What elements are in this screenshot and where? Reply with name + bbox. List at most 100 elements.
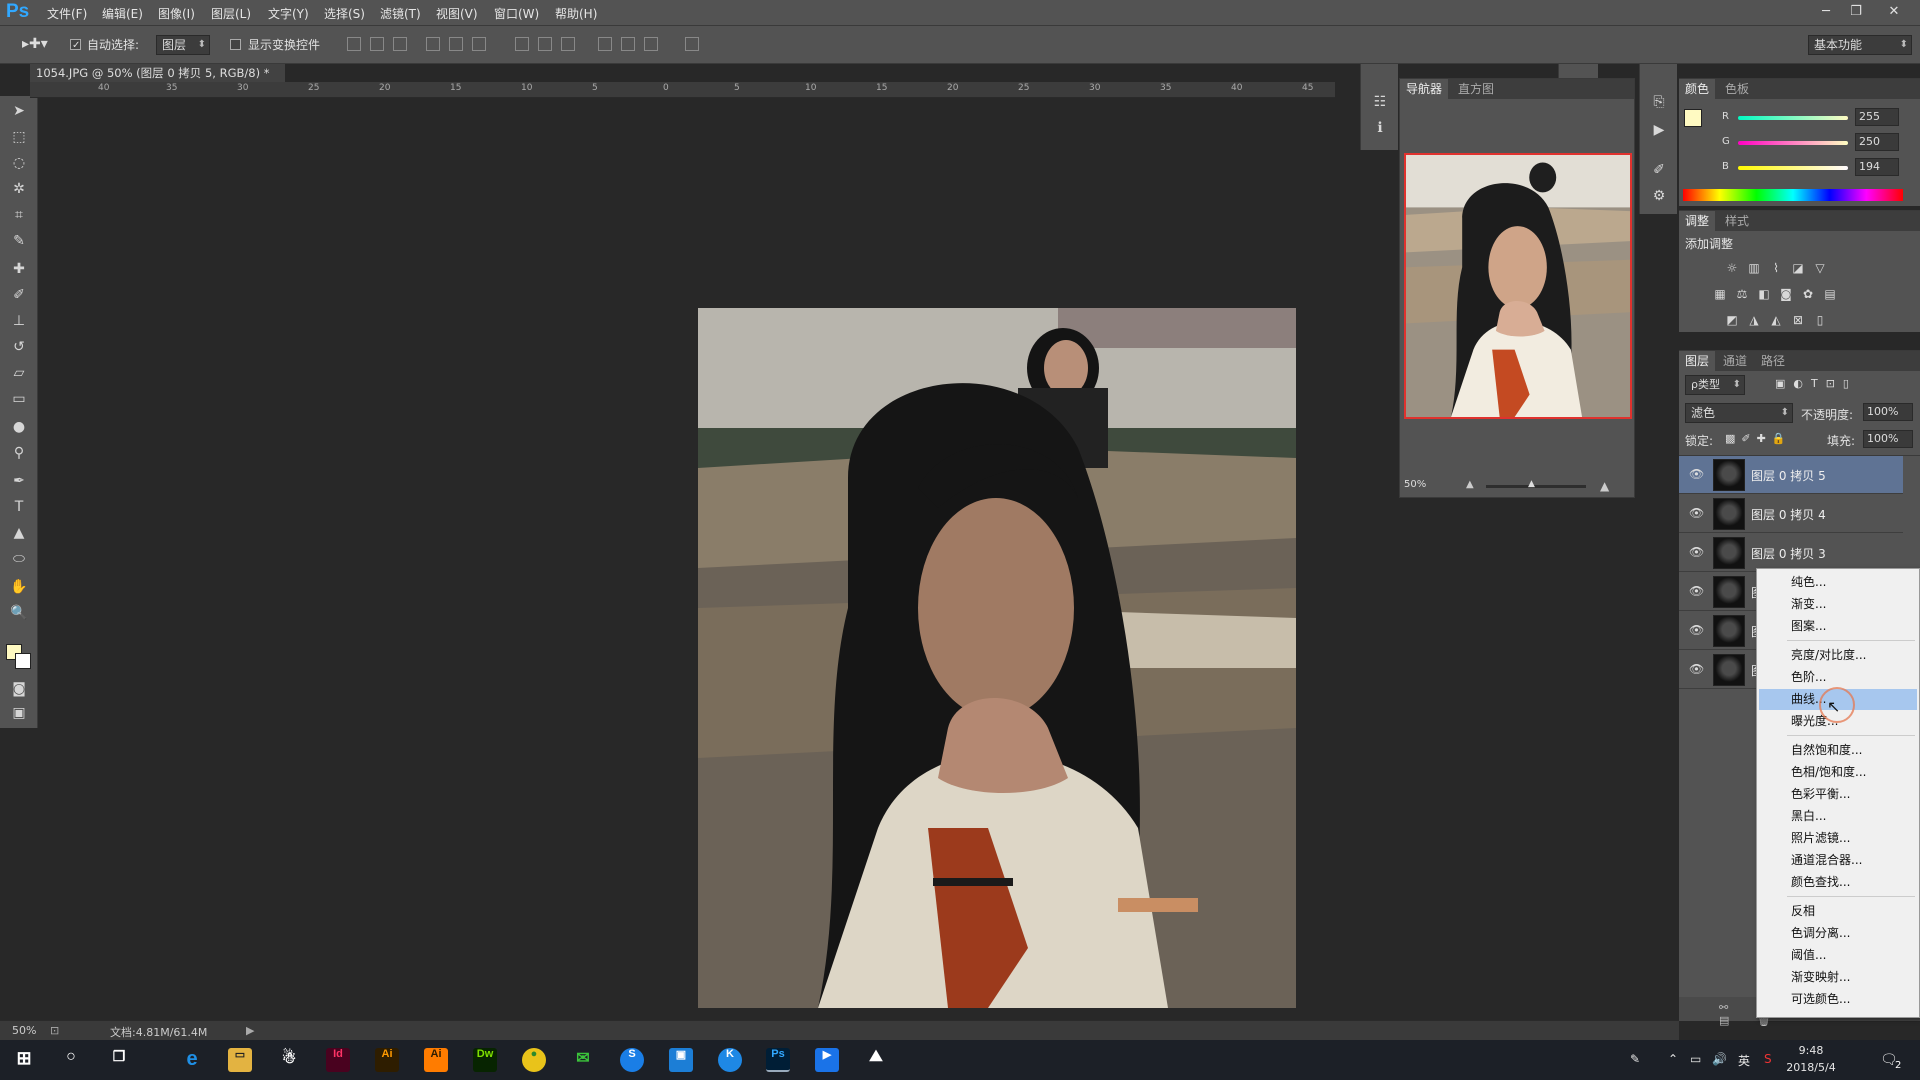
kugou-icon[interactable]: K — [718, 1048, 742, 1072]
auto-select-checkbox[interactable] — [70, 37, 81, 51]
visibility-eye-icon[interactable]: 👁 — [1689, 662, 1704, 676]
gradient-tool-icon[interactable]: ▭ — [8, 388, 30, 410]
illustrator-icon[interactable]: Ai — [375, 1048, 399, 1072]
actions-play-icon[interactable]: ▶ — [1649, 120, 1669, 140]
tab-color[interactable]: 颜色 — [1679, 79, 1716, 99]
color-foreground-swatch[interactable] — [1684, 109, 1702, 127]
healing-brush-icon[interactable]: ✚ — [8, 258, 30, 280]
b-value-field[interactable]: 194 — [1855, 158, 1899, 176]
g-value-field[interactable]: 250 — [1855, 133, 1899, 151]
quick-mask-icon[interactable]: ◙ — [8, 678, 30, 700]
wechat-icon[interactable]: ✉ — [571, 1048, 595, 1072]
align-left-icon[interactable] — [426, 37, 440, 51]
visibility-eye-icon[interactable]: 👁 — [1689, 545, 1704, 559]
layer-filter-dropdown[interactable]: ρ类型 — [1685, 375, 1745, 395]
distribute-top-icon[interactable] — [515, 37, 529, 51]
move-tool-preset-icon[interactable]: ▸✚▾ — [22, 36, 48, 52]
menu-select[interactable]: 选择(S) — [324, 5, 365, 22]
clone-stamp-icon[interactable]: ⊥ — [8, 310, 30, 332]
visibility-eye-icon[interactable]: 👁 — [1689, 467, 1704, 481]
align-right-icon[interactable] — [472, 37, 486, 51]
align-top-icon[interactable] — [347, 37, 361, 51]
navigator-zoom-slider[interactable] — [1486, 485, 1586, 488]
status-arrow-icon[interactable]: ▶ — [246, 1024, 254, 1037]
blend-mode-dropdown[interactable]: 滤色 — [1685, 403, 1793, 423]
pinyin-icon[interactable]: ✎ — [1630, 1052, 1640, 1066]
menu-item-posterize[interactable]: 色调分离... — [1757, 923, 1919, 944]
clock-time[interactable]: 9:48 — [1780, 1044, 1842, 1057]
zoom-in-icon[interactable]: ▲ — [1600, 479, 1609, 493]
properties-icon[interactable]: ☷ — [1370, 92, 1390, 112]
pen-tool-icon[interactable]: ✒ — [8, 470, 30, 492]
align-bottom-icon[interactable] — [393, 37, 407, 51]
document-tab[interactable]: 1054.JPG @ 50% (图层 0 拷贝 5, RGB/8) * ✕ — [30, 64, 285, 98]
g-slider[interactable] — [1738, 141, 1848, 145]
crop-tool-icon[interactable]: ⌗ — [8, 204, 30, 226]
status-zoom[interactable]: 50% — [12, 1024, 36, 1037]
exposure-icon[interactable]: ◪ — [1790, 261, 1806, 275]
restore-button[interactable]: ❐ — [1845, 3, 1867, 21]
menu-item-black-white[interactable]: 黑白... — [1757, 806, 1919, 827]
zoom-out-icon[interactable]: ▲ — [1466, 479, 1474, 490]
tab-paths[interactable]: 路径 — [1755, 351, 1791, 371]
path-selection-icon[interactable]: ▲ — [8, 522, 30, 544]
navigator-preview[interactable] — [1404, 153, 1632, 419]
menu-item-pattern[interactable]: 图案... — [1757, 616, 1919, 637]
eraser-icon[interactable]: ▱ — [8, 362, 30, 384]
edge-browser-icon[interactable]: e — [180, 1048, 204, 1072]
threshold-icon[interactable]: ◭ — [1768, 313, 1784, 327]
tab-swatches[interactable]: 色板 — [1719, 79, 1755, 99]
distribute-hcenter-icon[interactable] — [621, 37, 635, 51]
show-transform-checkbox[interactable] — [230, 37, 241, 51]
menu-item-gradient[interactable]: 渐变... — [1757, 594, 1919, 615]
zoom-tool-icon[interactable]: 🔍 — [8, 602, 30, 624]
levels-icon[interactable]: ▥ — [1746, 261, 1762, 275]
screen-mode-icon[interactable]: ▣ — [8, 702, 30, 724]
tab-styles[interactable]: 样式 — [1719, 211, 1755, 231]
menu-item-photo-filter[interactable]: 照片滤镜... — [1757, 828, 1919, 849]
history-icon[interactable]: ⎘ — [1649, 92, 1669, 112]
menu-item-brightness-contrast[interactable]: 亮度/对比度... — [1757, 645, 1919, 666]
black-white-icon[interactable]: ◧ — [1756, 287, 1772, 301]
search-circle-icon[interactable]: ○ — [59, 1048, 83, 1072]
opacity-field[interactable]: 100% — [1863, 403, 1913, 421]
dreamweaver-icon[interactable]: Dw — [473, 1048, 497, 1072]
layer-filter-icons[interactable]: ▣◐T⊡▯ — [1775, 377, 1857, 390]
menu-item-color-balance[interactable]: 色彩平衡... — [1757, 784, 1919, 805]
marquee-tool-icon[interactable]: ⬚ — [8, 126, 30, 148]
dodge-tool-icon[interactable]: ⚲ — [8, 442, 30, 464]
lasso-tool-icon[interactable]: ◌ — [8, 152, 30, 174]
browser-360-icon[interactable]: ● — [522, 1048, 546, 1072]
color-lookup-icon[interactable]: ▤ — [1822, 287, 1838, 301]
type-tool-icon[interactable]: T — [8, 496, 30, 518]
b-slider[interactable] — [1738, 166, 1848, 170]
close-button[interactable]: ✕ — [1883, 3, 1905, 21]
tray-chevron-icon[interactable]: ⌃ — [1668, 1052, 1678, 1066]
r-value-field[interactable]: 255 — [1855, 108, 1899, 126]
tab-channels[interactable]: 通道 — [1717, 351, 1753, 371]
r-slider[interactable] — [1738, 116, 1848, 120]
menu-type[interactable]: 文字(Y) — [268, 5, 309, 22]
distribute-vcenter-icon[interactable] — [538, 37, 552, 51]
distribute-bottom-icon[interactable] — [561, 37, 575, 51]
photoshop-taskbar-icon[interactable]: Ps — [766, 1048, 790, 1072]
start-windows-icon[interactable]: ⊞ — [12, 1048, 36, 1072]
selective-color-icon[interactable]: ⊠ — [1790, 313, 1806, 327]
menu-help[interactable]: 帮助(H) — [555, 5, 597, 22]
fill-field[interactable]: 100% — [1863, 430, 1913, 448]
photo-filter-icon[interactable]: ◙ — [1778, 287, 1794, 301]
sogou-icon[interactable]: S — [620, 1048, 644, 1072]
layer-row[interactable]: 👁 图层 0 拷贝 3 — [1679, 534, 1903, 572]
menu-item-levels[interactable]: 色阶... — [1757, 667, 1919, 688]
zoom-slider-handle[interactable]: ▲ — [1528, 479, 1535, 489]
navigator-zoom-value[interactable]: 50% — [1404, 479, 1426, 490]
menu-edit[interactable]: 编辑(E) — [102, 5, 143, 22]
visibility-eye-icon[interactable]: 👁 — [1689, 623, 1704, 637]
document-canvas[interactable] — [38, 98, 1368, 1020]
info-icon[interactable]: ℹ — [1370, 118, 1390, 138]
network-icon[interactable]: ▭ — [1690, 1052, 1701, 1066]
menu-file[interactable]: 文件(F) — [47, 5, 87, 22]
menu-filter[interactable]: 滤镜(T) — [380, 5, 421, 22]
indesign-icon[interactable]: Id — [326, 1048, 350, 1072]
distribute-right-icon[interactable] — [644, 37, 658, 51]
